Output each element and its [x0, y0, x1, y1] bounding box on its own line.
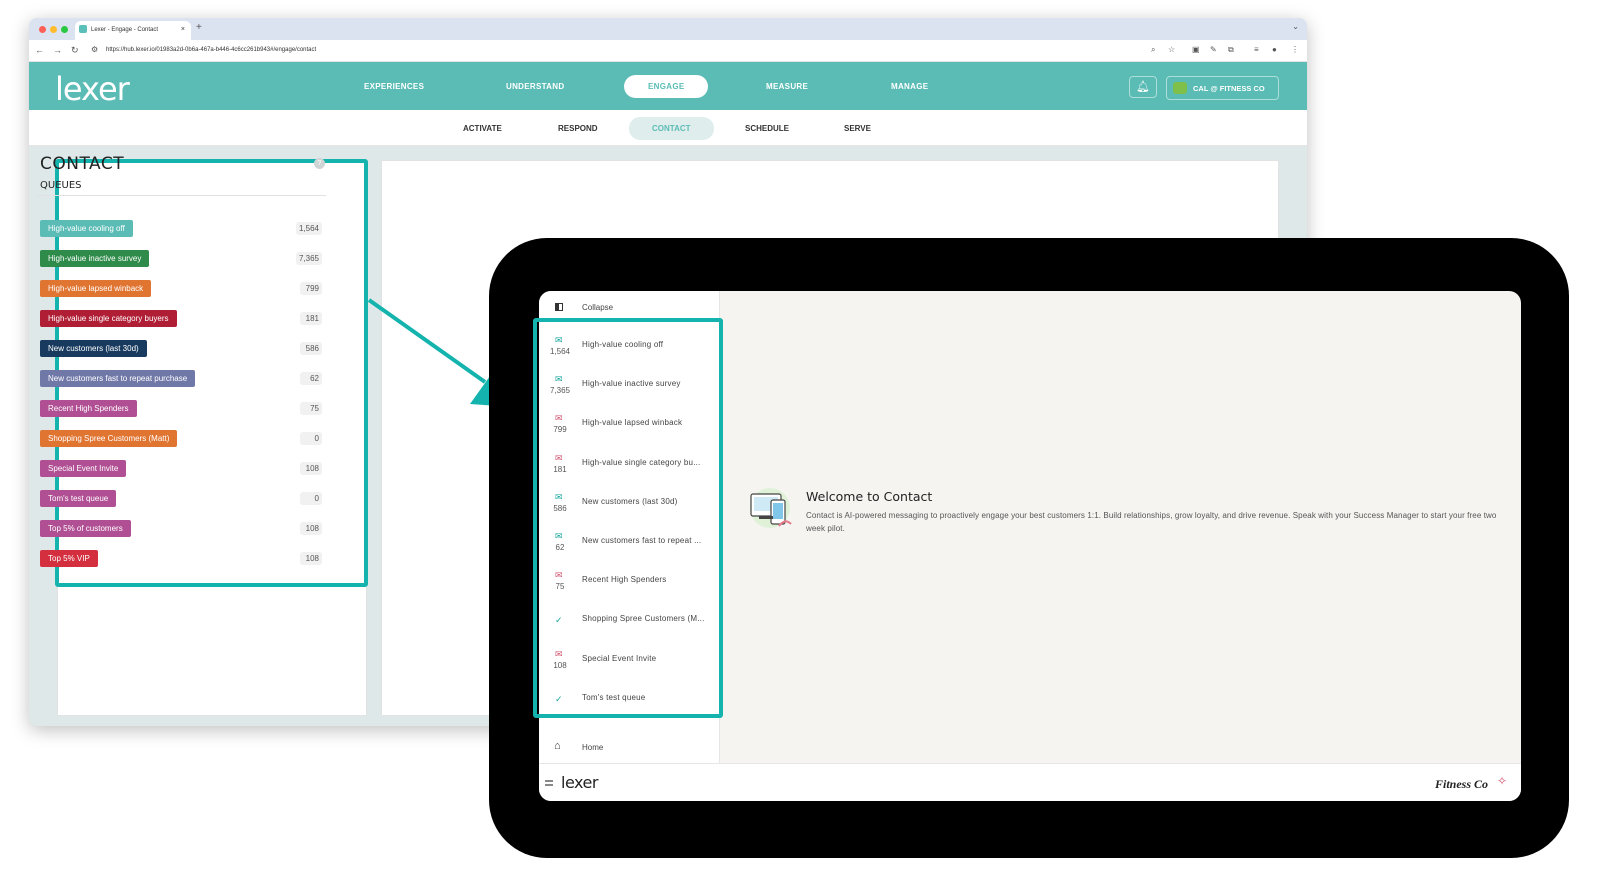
welcome-text: Contact is AI-powered messaging to proac…: [806, 511, 1497, 533]
queue-row[interactable]: High-value single category buyers 181: [40, 310, 325, 328]
tab-search-icon[interactable]: ⌄: [1292, 22, 1299, 31]
subnav-serve[interactable]: SERVE: [844, 124, 871, 133]
help-icon[interactable]: ?: [314, 158, 325, 169]
tab-title: Lexer - Engage - Contact: [91, 27, 159, 33]
queue-count: 181: [300, 312, 322, 325]
home-link[interactable]: Home: [582, 743, 603, 752]
nav-engage[interactable]: ENGAGE: [624, 75, 709, 98]
extension-icon[interactable]: ▣: [1192, 45, 1200, 54]
new-tab-button[interactable]: +: [196, 22, 202, 33]
queue-badge[interactable]: Top 5% VIP: [40, 550, 98, 567]
queue-row[interactable]: New customers (last 30d) 586: [40, 340, 325, 358]
queue-count: 7,365: [295, 252, 322, 265]
reload-icon[interactable]: ↻: [71, 45, 79, 56]
minimize-window-icon[interactable]: [50, 26, 57, 33]
pen-extension-icon[interactable]: ✎: [1210, 45, 1217, 54]
queue-count: 108: [300, 552, 322, 565]
queue-row[interactable]: Special Event Invite 108: [40, 460, 325, 478]
subnav-respond[interactable]: RESPOND: [558, 124, 598, 133]
devices-illustration-icon: [750, 488, 792, 528]
queue-badge[interactable]: New customers fast to repeat purchase: [40, 370, 196, 387]
queue-count: 799: [300, 282, 322, 295]
queue-row[interactable]: High-value lapsed winback 799: [40, 280, 325, 298]
queue-badge[interactable]: Recent High Spenders: [40, 400, 137, 417]
nav-manage[interactable]: MANAGE: [891, 82, 928, 91]
welcome-title: Welcome to Contact: [806, 489, 933, 504]
queue-badge[interactable]: Top 5% of customers: [40, 520, 131, 537]
browser-menu-icon[interactable]: ⋮: [1291, 45, 1299, 54]
close-tab-icon[interactable]: ×: [181, 26, 185, 33]
queue-badge[interactable]: High-value inactive survey: [40, 250, 150, 267]
queue-badge[interactable]: Shopping Spree Customers (Matt): [40, 430, 178, 447]
queue-badge[interactable]: Tom's test queue: [40, 490, 117, 507]
forward-icon[interactable]: →: [53, 45, 62, 55]
close-window-icon[interactable]: [39, 26, 46, 33]
queue-row[interactable]: High-value inactive survey 7,365: [40, 250, 325, 268]
queue-badge[interactable]: High-value cooling off: [40, 220, 133, 237]
maximize-window-icon[interactable]: [61, 26, 68, 33]
queue-count: 108: [300, 522, 322, 535]
bottom-lexer-logo: lexer: [561, 773, 598, 792]
nav-understand[interactable]: UNDERSTAND: [506, 82, 564, 91]
menu-icon[interactable]: [545, 780, 553, 786]
nav-measure[interactable]: MEASURE: [766, 82, 808, 91]
media-icon[interactable]: ≡: [1254, 45, 1259, 54]
queue-count: 108: [300, 462, 322, 475]
queue-count: 1,564: [295, 222, 322, 235]
queue-count: 75: [300, 402, 322, 415]
queues-divider: [36, 195, 326, 196]
queue-count: 0: [300, 432, 322, 445]
subnav-activate[interactable]: ACTIVATE: [463, 124, 502, 133]
sparkle-icon: ✧: [1496, 774, 1507, 788]
collapse-icon[interactable]: [555, 303, 563, 311]
queue-row[interactable]: Top 5% VIP 108: [40, 550, 325, 568]
site-info-icon[interactable]: ⚙: [91, 45, 98, 54]
org-switcher[interactable]: CAL @ FITNESS CO: [1166, 76, 1279, 100]
subnav-schedule[interactable]: SCHEDULE: [745, 124, 789, 133]
queue-count: 586: [300, 342, 322, 355]
lexer-favicon-icon: [79, 25, 87, 33]
org-name: CAL @ FITNESS CO: [1193, 84, 1265, 93]
bookmark-star-icon[interactable]: ☆: [1168, 45, 1175, 54]
lexer-logo[interactable]: lexer: [55, 70, 130, 108]
queue-row[interactable]: Tom's test queue 0: [40, 490, 325, 508]
browser-tab-bar: Lexer - Engage - Contact × + ⌄: [29, 18, 1307, 40]
browser-tab[interactable]: Lexer - Engage - Contact ×: [75, 21, 191, 40]
address-bar: ← → ↻ ⚙ https://hub.lexer.io/01983a2d-0b…: [29, 40, 1307, 62]
fitness-co-logo: Fitness Co: [1434, 777, 1488, 791]
collapse-button[interactable]: Collapse: [582, 303, 613, 312]
nav-experiences[interactable]: EXPERIENCES: [364, 82, 424, 91]
queue-count: 0: [300, 492, 322, 505]
sub-navigation: ACTIVATE RESPOND CONTACT SCHEDULE SERVE: [29, 110, 1307, 146]
queue-badge[interactable]: Special Event Invite: [40, 460, 127, 477]
org-logo-icon: [1173, 82, 1187, 94]
page-title: CONTACT: [40, 154, 125, 174]
back-icon[interactable]: ←: [35, 45, 44, 55]
queue-badge[interactable]: High-value lapsed winback: [40, 280, 152, 297]
queue-row[interactable]: Shopping Spree Customers (Matt) 0: [40, 430, 325, 448]
tablet-bottom-bar: lexer Fitness Co ✧: [539, 763, 1521, 801]
profile-icon[interactable]: ●: [1272, 45, 1277, 54]
queue-badge[interactable]: New customers (last 30d): [40, 340, 147, 357]
puzzle-extension-icon[interactable]: ⧉: [1228, 45, 1234, 55]
queues-heading: QUEUES: [40, 180, 82, 191]
queue-row[interactable]: Recent High Spenders 75: [40, 400, 325, 418]
queue-badge[interactable]: High-value single category buyers: [40, 310, 177, 327]
queue-row[interactable]: Top 5% of customers 108: [40, 520, 325, 538]
url-input[interactable]: https://hub.lexer.io/01983a2d-0b6a-467a-…: [106, 47, 316, 53]
subnav-contact[interactable]: CONTACT: [629, 117, 714, 140]
app-header: lexer EXPERIENCES UNDERSTAND ENGAGE MEAS…: [29, 62, 1307, 110]
queue-count: 62: [300, 372, 322, 385]
notifications-bell-icon[interactable]: 🔔︎: [1129, 76, 1157, 98]
queue-row[interactable]: High-value cooling off 1,564: [40, 220, 325, 238]
tablet-queues-highlight: [533, 318, 723, 718]
queue-row[interactable]: New customers fast to repeat purchase 62: [40, 370, 325, 388]
home-icon[interactable]: ⌂: [554, 740, 561, 752]
zoom-icon[interactable]: ⌕: [1151, 45, 1155, 55]
